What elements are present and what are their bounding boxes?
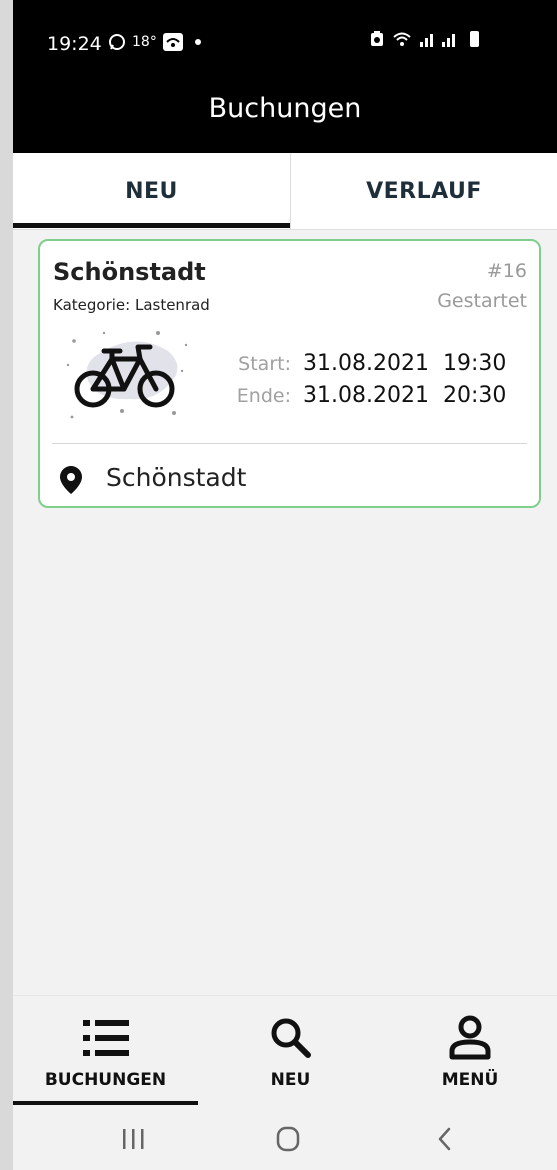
whatsapp-icon [109, 34, 125, 50]
battery-icon [470, 31, 479, 47]
tab-neu[interactable]: NEU [13, 153, 290, 229]
booking-number: #16 [486, 260, 527, 282]
nav-menu[interactable]: MENÜ [383, 996, 557, 1106]
booking-card[interactable]: Schönstadt #16 Kategorie: Lastenrad Gest… [38, 239, 541, 508]
page-title: Buchungen [208, 93, 362, 124]
bottom-navigation: BUCHUNGEN NEU MENÜ [13, 995, 557, 1106]
active-tab-indicator [13, 223, 290, 228]
card-divider [52, 443, 527, 444]
status-time: 19:24 [47, 33, 102, 55]
end-label: Ende: [236, 385, 291, 407]
recent-apps-button[interactable] [113, 1119, 153, 1159]
signal-icon [420, 34, 455, 47]
home-button[interactable] [268, 1119, 308, 1159]
home-icon [276, 1126, 300, 1152]
active-nav-indicator [13, 1101, 198, 1105]
status-system-icons [370, 31, 479, 47]
user-icon [449, 1015, 491, 1060]
bicycle-icon [66, 331, 188, 419]
nav-buchungen-label: BUCHUNGEN [44, 1070, 167, 1090]
back-icon [438, 1127, 451, 1151]
start-date: 31.08.2021 [303, 351, 429, 376]
notification-dot-icon [194, 39, 201, 45]
start-time: 19:30 [442, 351, 507, 376]
system-navigation [13, 1107, 557, 1170]
hotspot-icon [162, 33, 183, 51]
start-label: Start: [238, 353, 291, 375]
booking-category: Kategorie: Lastenrad [53, 296, 210, 314]
search-icon [271, 1018, 311, 1058]
start-row: Start: 31.08.2021 19:30 [226, 351, 506, 376]
booking-tabs: NEU VERLAUF [13, 153, 557, 230]
recent-apps-icon [123, 1129, 144, 1149]
nav-neu[interactable]: NEU [198, 996, 383, 1106]
list-icon [82, 1020, 129, 1056]
booking-status: Gestartet [437, 290, 527, 312]
end-time: 20:30 [442, 383, 507, 408]
end-row: Ende: 31.08.2021 20:30 [226, 383, 507, 408]
top-bar: 19:24 18° Buchungen [13, 0, 557, 153]
tab-verlauf[interactable]: VERLAUF [291, 153, 557, 229]
booking-title: Schönstadt [53, 258, 206, 286]
booking-location: Schönstadt [106, 463, 247, 492]
app-screen: 19:24 18° Buchungen NEU VERLAUF Schönsta… [13, 0, 557, 1170]
end-date: 31.08.2021 [303, 383, 429, 408]
back-button[interactable] [425, 1119, 465, 1159]
location-pin-icon [60, 466, 82, 494]
wifi-icon [393, 32, 411, 46]
nav-menu-label: MENÜ [441, 1070, 499, 1090]
status-notifications: 18° [108, 33, 201, 51]
temperature-text: 18° [132, 34, 157, 50]
nav-neu-label: NEU [270, 1070, 311, 1090]
nav-buchungen[interactable]: BUCHUNGEN [13, 996, 198, 1106]
battery-saver-icon [371, 31, 383, 46]
